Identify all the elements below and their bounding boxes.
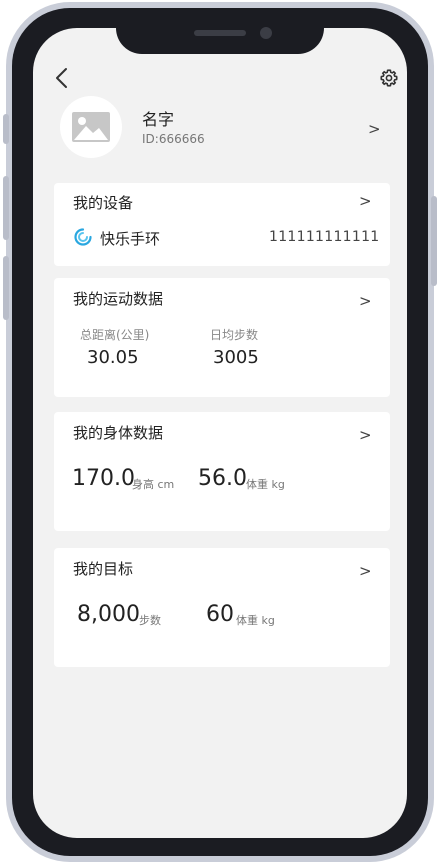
sport-data-card[interactable]: 我的运动数据 > 总距离(公里) 30.05 日均步数 3005 — [54, 278, 390, 397]
screen: 名字 ID:666666 > 我的设备 > 快乐手环 111111111111 … — [33, 28, 407, 838]
card-title: 我的设备 — [73, 194, 134, 212]
card-title: 我的运动数据 — [73, 290, 164, 308]
goal-card[interactable]: 我的目标 > 8,000 步数 60 体重 kg — [54, 548, 390, 667]
distance-label: 总距离(公里) — [80, 328, 150, 342]
chevron-right-icon[interactable]: > — [359, 292, 372, 310]
weight-value: 56.0 — [198, 466, 247, 491]
steps-value: 3005 — [213, 347, 259, 368]
devices-card[interactable]: 我的设备 > 快乐手环 111111111111 — [54, 183, 390, 266]
camera — [260, 27, 272, 39]
goal-weight-unit: 体重 kg — [236, 614, 275, 627]
avatar[interactable] — [60, 96, 122, 158]
goal-steps-value: 8,000 — [77, 602, 140, 627]
side-button — [3, 256, 9, 320]
user-id: ID:666666 — [142, 132, 205, 146]
back-arrow-icon[interactable] — [51, 66, 73, 90]
height-value: 170.0 — [72, 466, 135, 491]
chevron-right-icon[interactable]: > — [359, 192, 372, 210]
side-button — [3, 176, 9, 240]
speaker — [194, 30, 246, 36]
notch — [116, 24, 324, 54]
card-title: 我的目标 — [73, 560, 134, 578]
gear-icon[interactable] — [379, 68, 399, 88]
side-button — [3, 114, 9, 144]
chevron-right-icon[interactable]: > — [359, 562, 372, 580]
chevron-right-icon[interactable]: > — [359, 426, 372, 444]
band-icon — [74, 228, 92, 246]
weight-unit: 体重 kg — [246, 478, 285, 491]
goal-weight-value: 60 — [206, 602, 234, 627]
height-unit: 身高 cm — [132, 478, 175, 491]
distance-value: 30.05 — [87, 347, 139, 368]
image-placeholder-icon — [72, 112, 110, 142]
user-name: 名字 — [142, 110, 175, 129]
device-id: 111111111111 — [269, 229, 380, 245]
steps-label: 日均步数 — [210, 328, 259, 342]
side-button — [431, 196, 437, 286]
body-data-card[interactable]: 我的身体数据 > 170.0 身高 cm 56.0 体重 kg — [54, 412, 390, 531]
profile-arrow-icon[interactable]: > — [368, 120, 381, 138]
goal-steps-unit: 步数 — [139, 614, 161, 627]
device-name: 快乐手环 — [100, 230, 161, 248]
card-title: 我的身体数据 — [73, 424, 164, 442]
